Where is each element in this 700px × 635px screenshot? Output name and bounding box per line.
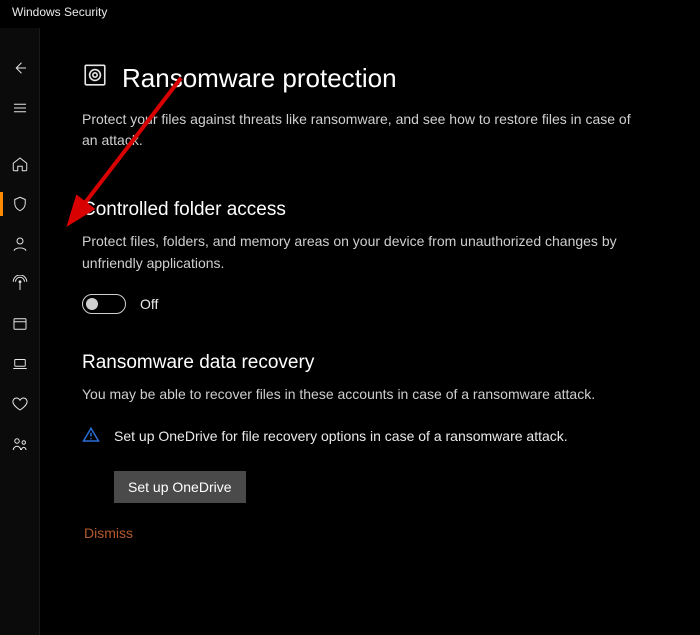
heart-icon (11, 395, 29, 413)
sidebar-item-family[interactable] (0, 424, 40, 464)
sidebar-item-app-browser[interactable] (0, 304, 40, 344)
content-area: Ransomware protection Protect your files… (40, 28, 700, 635)
back-button[interactable] (0, 48, 40, 88)
sidebar-item-account[interactable] (0, 224, 40, 264)
alert-text: Set up OneDrive for file recovery option… (114, 426, 568, 447)
controlled-folder-access-toggle[interactable] (82, 294, 126, 314)
setup-onedrive-button[interactable]: Set up OneDrive (114, 471, 246, 503)
family-icon (11, 435, 29, 453)
person-icon (11, 235, 29, 253)
home-icon (11, 155, 29, 173)
ransomware-icon (82, 62, 108, 95)
window-title: Windows Security (0, 0, 700, 28)
warning-icon (82, 426, 100, 447)
hamburger-icon (11, 99, 29, 117)
back-arrow-icon (11, 59, 29, 77)
sidebar-item-home[interactable] (0, 144, 40, 184)
section-title-cfa: Controlled folder access (82, 199, 666, 221)
page-title-text: Ransomware protection (122, 63, 397, 94)
section-desc-recovery: You may be able to recover files in thes… (82, 384, 642, 406)
section-title-recovery: Ransomware data recovery (82, 352, 666, 374)
menu-button[interactable] (0, 88, 40, 128)
laptop-icon (11, 355, 29, 373)
section-desc-cfa: Protect files, folders, and memory areas… (82, 231, 642, 274)
dismiss-link[interactable]: Dismiss (84, 525, 666, 541)
sidebar-item-firewall[interactable] (0, 264, 40, 304)
sidebar (0, 28, 40, 635)
sidebar-item-device-security[interactable] (0, 344, 40, 384)
annotation-arrow (46, 68, 216, 248)
toggle-state-label: Off (140, 296, 158, 312)
shield-icon (11, 195, 29, 213)
page-title: Ransomware protection (82, 62, 666, 95)
window-icon (11, 315, 29, 333)
sidebar-item-device-health[interactable] (0, 384, 40, 424)
antenna-icon (11, 275, 29, 293)
page-description: Protect your files against threats like … (82, 109, 642, 151)
sidebar-item-virus-threat[interactable] (0, 184, 40, 224)
